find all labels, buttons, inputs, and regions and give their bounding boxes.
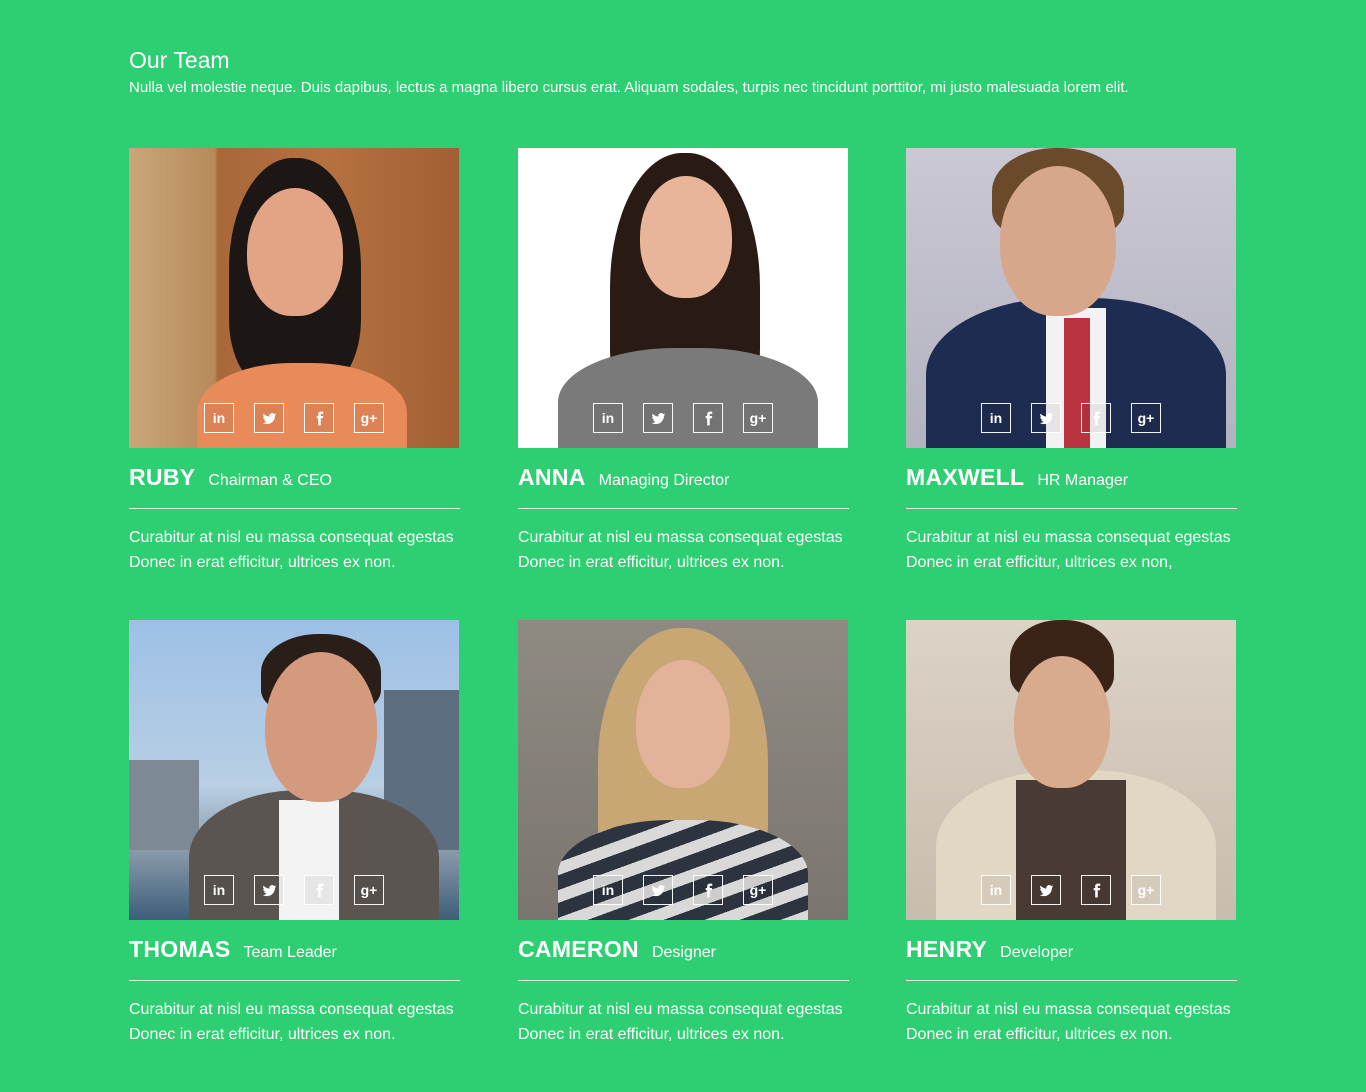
linkedin-icon[interactable]: in [981,403,1011,433]
member-photo: in g+ [129,620,459,920]
member-name: THOMAS [129,936,231,962]
twitter-icon[interactable] [1031,875,1061,905]
member-role: HR Manager [1037,472,1129,489]
social-links: in g+ [204,875,384,905]
twitter-icon[interactable] [254,875,284,905]
team-card-cameron: in g+ CAMERON Designer Curabitur at nisl… [518,620,858,1047]
member-role: Team Leader [243,944,337,961]
twitter-icon[interactable] [1031,403,1061,433]
facebook-icon[interactable] [693,403,723,433]
twitter-icon[interactable] [643,403,673,433]
member-photo: in g+ [906,620,1236,920]
team-card-henry: in g+ HENRY Developer Curabitur at nisl … [906,620,1246,1047]
member-description: Curabitur at nisl eu massa consequat ege… [129,1001,454,1043]
member-description: Curabitur at nisl eu massa consequat ege… [518,1001,843,1043]
google-plus-icon[interactable]: g+ [743,403,773,433]
section-subtitle: Nulla vel molestie neque. Duis dapibus, … [129,79,1129,96]
divider [129,980,460,981]
linkedin-icon[interactable]: in [204,403,234,433]
divider [906,508,1237,509]
divider [129,508,460,509]
member-name: CAMERON [518,936,639,962]
facebook-icon[interactable] [304,403,334,433]
linkedin-icon[interactable]: in [593,875,623,905]
member-role: Managing Director [598,472,730,489]
member-photo: in g+ [906,148,1236,448]
divider [518,508,849,509]
member-role: Chairman & CEO [208,472,332,489]
facebook-icon[interactable] [304,875,334,905]
divider [518,980,849,981]
member-description: Curabitur at nisl eu massa consequat ege… [518,529,843,571]
member-name: ANNA [518,464,586,490]
facebook-icon[interactable] [1081,403,1111,433]
team-card-anna: in g+ ANNA Managing Director Curabitur a… [518,148,858,575]
social-links: in g+ [981,875,1161,905]
google-plus-icon[interactable]: g+ [1131,403,1161,433]
social-links: in g+ [593,403,773,433]
member-description: Curabitur at nisl eu massa consequat ege… [129,529,454,571]
team-card-ruby: in g+ RUBY Chairman & CEO Curabitur at n… [129,148,469,575]
member-name: HENRY [906,936,988,962]
social-links: in g+ [204,403,384,433]
member-photo: in g+ [129,148,459,448]
google-plus-icon[interactable]: g+ [354,403,384,433]
team-card-maxwell: in g+ MAXWELL HR Manager Curabitur at ni… [906,148,1246,575]
member-photo: in g+ [518,620,848,920]
social-links: in g+ [981,403,1161,433]
facebook-icon[interactable] [693,875,723,905]
linkedin-icon[interactable]: in [981,875,1011,905]
member-role: Designer [651,944,716,961]
member-role: Developer [1000,944,1074,961]
team-header: Our Team Nulla vel molestie neque. Duis … [129,46,1249,98]
linkedin-icon[interactable]: in [204,875,234,905]
linkedin-icon[interactable]: in [593,403,623,433]
google-plus-icon[interactable]: g+ [743,875,773,905]
facebook-icon[interactable] [1081,875,1111,905]
divider [906,980,1237,981]
social-links: in g+ [593,875,773,905]
member-description: Curabitur at nisl eu massa consequat ege… [906,529,1231,571]
member-name: MAXWELL [906,464,1025,490]
twitter-icon[interactable] [254,403,284,433]
google-plus-icon[interactable]: g+ [1131,875,1161,905]
google-plus-icon[interactable]: g+ [354,875,384,905]
section-title: Our Team [129,47,230,73]
member-description: Curabitur at nisl eu massa consequat ege… [906,1001,1231,1043]
member-name: RUBY [129,464,196,490]
twitter-icon[interactable] [643,875,673,905]
member-photo: in g+ [518,148,848,448]
team-card-thomas: in g+ THOMAS Team Leader Curabitur at ni… [129,620,469,1047]
